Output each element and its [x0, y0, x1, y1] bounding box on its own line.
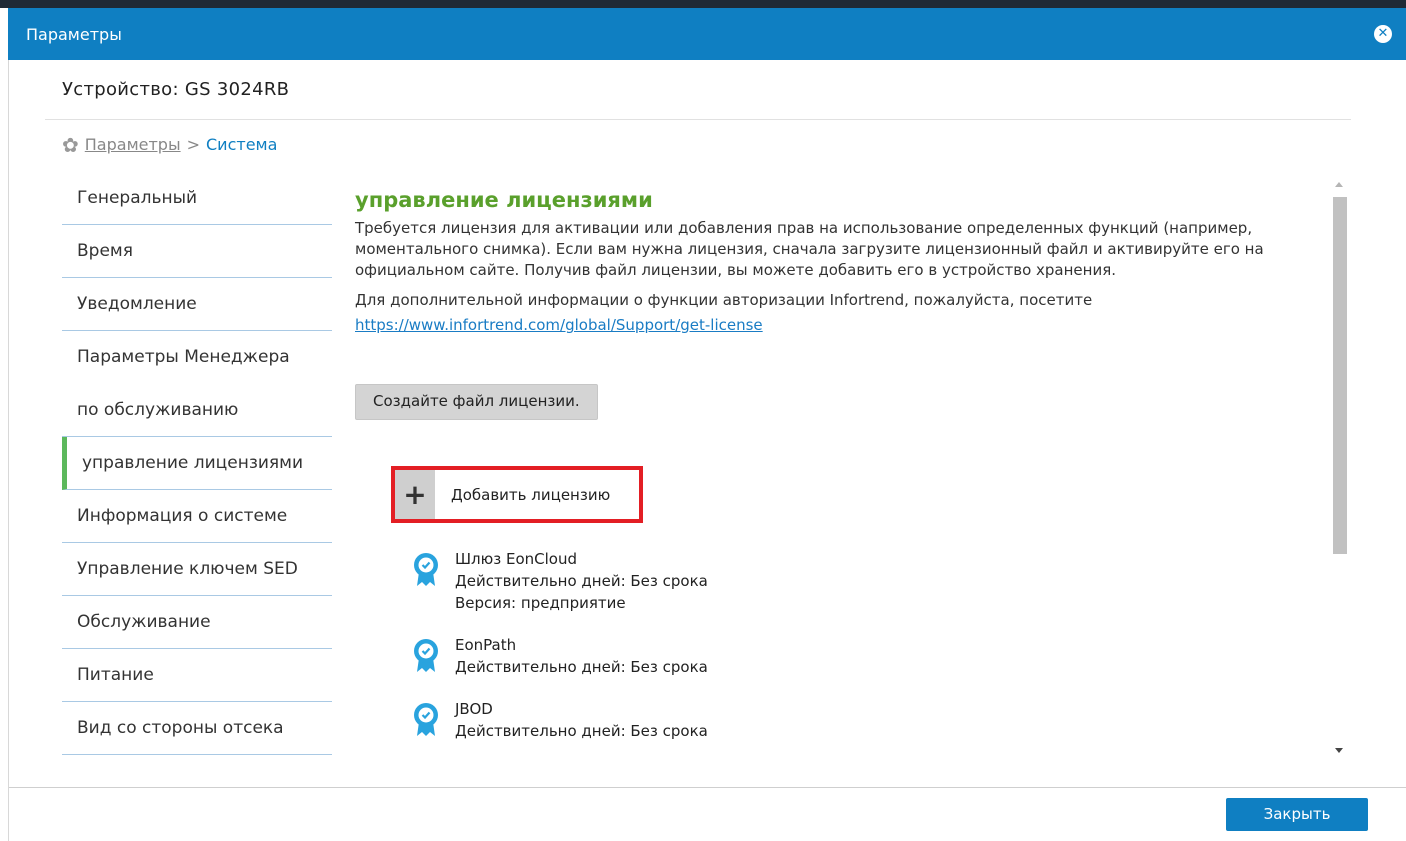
scrollbar-thumb[interactable]: [1333, 197, 1347, 554]
sidebar-item-enclosure-view[interactable]: Вид со стороны отсека: [62, 702, 332, 755]
license-validity: Действительно дней: Без срока: [455, 658, 708, 676]
license-badge-icon: [414, 639, 438, 672]
close-circle-icon[interactable]: ✕: [1374, 25, 1392, 43]
add-license-button[interactable]: + Добавить лицензию: [391, 466, 643, 523]
license-badge-icon: [414, 553, 438, 586]
sidebar-item-maintenance-manager-cont[interactable]: по обслуживанию: [62, 384, 332, 437]
license-version: Версия: предприятие: [455, 594, 626, 612]
footer-divider: [9, 787, 1406, 788]
sidebar-item-maintenance-manager[interactable]: Параметры Менеджера: [62, 331, 332, 384]
license-badge-icon: [414, 703, 438, 736]
dialog-titlebar: Параметры ✕: [8, 8, 1406, 60]
sidebar-item-license-management[interactable]: управление лицензиями: [62, 437, 332, 490]
sidebar-item-power[interactable]: Питание: [62, 649, 332, 702]
dialog-content: Устройство: GS 3024RB ✿ Параметры > Сист…: [8, 60, 1406, 841]
license-panel: управление лицензиями Требуется лицензия…: [355, 188, 1295, 740]
license-name: EonPath: [455, 636, 517, 654]
license-name: Шлюз EonCloud: [455, 550, 578, 568]
top-strip: [0, 0, 1406, 8]
breadcrumb: ✿ Параметры > Система: [62, 132, 278, 157]
license-url-link[interactable]: https://www.infortrend.com/global/Suppor…: [355, 316, 763, 334]
license-validity: Действительно дней: Без срока: [455, 722, 708, 740]
dialog-title: Параметры: [26, 24, 122, 44]
gear-icon: ✿: [62, 132, 79, 157]
sidebar-item-general[interactable]: Генеральный: [62, 172, 332, 225]
license-list: Шлюз EonCloud Действительно дней: Без ср…: [413, 548, 708, 762]
add-license-label: Добавить лицензию: [451, 485, 611, 504]
breadcrumb-root-link[interactable]: Параметры: [85, 135, 181, 154]
sidebar-item-time[interactable]: Время: [62, 225, 332, 278]
license-validity: Действительно дней: Без срока: [455, 572, 708, 590]
license-item: Шлюз EonCloud Действительно дней: Без ср…: [413, 548, 708, 614]
scroll-down-arrow-icon[interactable]: [1335, 748, 1343, 753]
breadcrumb-separator: >: [186, 135, 200, 154]
license-item: JBOD Действительно дней: Без срока: [413, 698, 708, 742]
section-description: Требуется лицензия для активации или доб…: [355, 219, 1264, 279]
more-info-text: Для дополнительной информации о функции …: [355, 291, 1093, 309]
divider: [45, 119, 1351, 120]
license-item: EonPath Действительно дней: Без срока: [413, 634, 708, 678]
sidebar-item-notification[interactable]: Уведомление: [62, 278, 332, 331]
sidebar-item-sed-key[interactable]: Управление ключем SED: [62, 543, 332, 596]
plus-icon: +: [395, 470, 435, 519]
device-label: Устройство: GS 3024RB: [62, 79, 290, 100]
scroll-up-arrow-icon[interactable]: [1335, 182, 1343, 187]
sidebar-item-maintenance[interactable]: Обслуживание: [62, 596, 332, 649]
sidebar: Генеральный Время Уведомление Параметры …: [62, 172, 332, 755]
generate-license-file-button[interactable]: Создайте файл лицензии.: [355, 384, 598, 420]
close-button[interactable]: Закрыть: [1226, 798, 1368, 831]
breadcrumb-current: Система: [206, 135, 278, 154]
license-name: JBOD: [455, 700, 493, 718]
section-heading: управление лицензиями: [355, 188, 653, 212]
sidebar-item-system-info[interactable]: Информация о системе: [62, 490, 332, 543]
